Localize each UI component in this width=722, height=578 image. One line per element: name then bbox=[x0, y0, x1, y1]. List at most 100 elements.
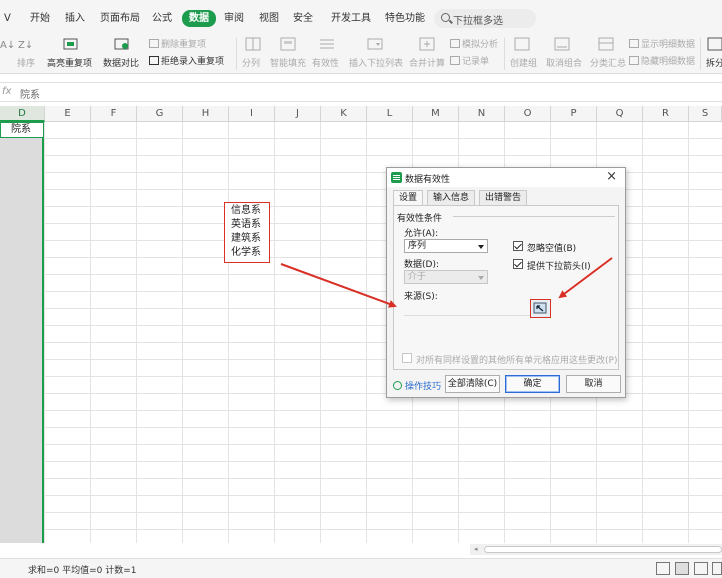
column-header-q[interactable]: Q bbox=[597, 106, 643, 122]
split-table-button[interactable]: 拆分 bbox=[706, 56, 722, 69]
status-summary: 求和=0 平均值=0 计数=1 bbox=[28, 566, 137, 576]
column-header-n[interactable]: N bbox=[459, 106, 505, 122]
chevron-down-icon bbox=[478, 245, 484, 249]
allow-select[interactable]: 序列 bbox=[404, 239, 488, 253]
validity-button[interactable]: 有效性 bbox=[312, 56, 339, 69]
column-header-g[interactable]: G bbox=[137, 106, 183, 122]
column-header-e[interactable]: E bbox=[45, 106, 91, 122]
cell-d1[interactable]: 院系 bbox=[0, 122, 44, 138]
highlight-duplicates-button[interactable]: 高亮重复项 bbox=[47, 56, 92, 69]
record-form-button[interactable]: 记录单 bbox=[450, 54, 489, 67]
menu-item-data[interactable]: 数据 bbox=[182, 10, 216, 27]
source-label: 来源(S): bbox=[404, 292, 438, 302]
hide-detail-button[interactable]: 隐藏明细数据 bbox=[629, 54, 695, 67]
dialog-titlebar[interactable]: 数据有效性 × bbox=[387, 168, 625, 187]
menu-item-insert[interactable]: 插入 bbox=[65, 11, 85, 27]
split-table-icon bbox=[706, 36, 722, 52]
create-group-button[interactable]: 创建组 bbox=[510, 56, 537, 69]
show-detail-icon bbox=[629, 39, 639, 48]
chevron-down-icon[interactable]: ᐯ bbox=[4, 11, 11, 27]
menu-item-home[interactable]: 开始 bbox=[30, 11, 50, 27]
selected-column-d[interactable] bbox=[0, 122, 44, 543]
merge-calc-button[interactable]: 合并计算 bbox=[409, 56, 445, 69]
insert-dropdown-icon bbox=[366, 36, 384, 52]
cancel-button[interactable]: 取消 bbox=[566, 375, 621, 393]
sort-icon: A↓ bbox=[0, 36, 18, 52]
column-header-m[interactable]: M bbox=[413, 106, 459, 122]
data-compare-button[interactable]: 数据对比 bbox=[103, 56, 139, 69]
range-select-button[interactable] bbox=[530, 299, 551, 318]
formula-content[interactable]: 院系 bbox=[20, 86, 40, 101]
normal-view-icon[interactable] bbox=[675, 562, 689, 575]
column-header-o[interactable]: O bbox=[505, 106, 551, 122]
data-validation-dialog: 数据有效性 × 设置 输入信息 出错警告 有效性条件 允许(A): 序列 数据(… bbox=[386, 167, 626, 398]
delete-duplicates-button[interactable]: 删除重复项 bbox=[149, 37, 206, 50]
column-header-p[interactable]: P bbox=[551, 106, 597, 122]
apply-all-checkbox[interactable] bbox=[402, 353, 412, 363]
ribbon-separator bbox=[504, 38, 505, 70]
menu-item-special[interactable]: 特色功能 bbox=[385, 11, 425, 27]
spreadsheet-app-icon bbox=[391, 172, 402, 183]
scroll-left-icon[interactable]: ◂ bbox=[474, 545, 478, 553]
tips-link[interactable]: 操作技巧 bbox=[393, 379, 441, 392]
allow-select-value: 序列 bbox=[408, 241, 427, 251]
page-break-view-icon[interactable] bbox=[712, 562, 722, 575]
tab-error-alert[interactable]: 出错警告 bbox=[479, 190, 527, 206]
hide-detail-icon bbox=[629, 56, 639, 65]
column-header-s[interactable]: S bbox=[689, 106, 722, 122]
dropdown-arrow-checkbox[interactable] bbox=[513, 259, 523, 269]
formula-bar[interactable]: fx 院系 bbox=[0, 82, 722, 102]
data-label: 数据(D): bbox=[404, 260, 439, 270]
validity-conditions-title: 有效性条件 bbox=[397, 214, 443, 224]
tab-input-message[interactable]: 输入信息 bbox=[427, 190, 475, 206]
menu-item-formula[interactable]: 公式 bbox=[152, 11, 172, 27]
reject-duplicates-button[interactable]: 拒绝录入重复项 bbox=[149, 54, 224, 67]
column-header-r[interactable]: R bbox=[643, 106, 689, 122]
list-item: 化学系 bbox=[231, 247, 261, 258]
simulate-analysis-button[interactable]: 模拟分析 bbox=[450, 37, 498, 50]
ignore-blank-checkbox[interactable] bbox=[513, 241, 523, 251]
delete-duplicates-icon bbox=[149, 39, 159, 48]
column-header-j[interactable]: J bbox=[275, 106, 321, 122]
menu-item-security[interactable]: 安全 bbox=[293, 11, 313, 27]
view-mode-icon[interactable] bbox=[656, 562, 670, 575]
source-list-cells[interactable]: 信息系 英语系 建筑系 化学系 bbox=[224, 202, 270, 263]
ungroup-button[interactable]: 取消组合 bbox=[546, 56, 582, 69]
fx-icon[interactable]: fx bbox=[2, 86, 11, 97]
data-select[interactable]: 介于 bbox=[404, 270, 488, 284]
smart-fill-button[interactable]: 智能填充 bbox=[270, 56, 306, 69]
column-header-k[interactable]: K bbox=[321, 106, 367, 122]
reject-duplicates-icon bbox=[149, 56, 159, 65]
sort-desc-icon[interactable]: Z↓ bbox=[18, 36, 36, 52]
close-icon[interactable]: × bbox=[606, 170, 617, 184]
simulate-analysis-icon bbox=[450, 39, 460, 48]
menu-bar: ᐯ 开始 插入 页面布局 公式 数据 审阅 视图 安全 开发工具 特色功能 下拉… bbox=[0, 0, 722, 34]
scrollbar-thumb[interactable] bbox=[484, 546, 722, 553]
search-box[interactable]: 下拉框多选 bbox=[434, 9, 536, 28]
subtotal-button[interactable]: 分类汇总 bbox=[590, 56, 626, 69]
source-input[interactable] bbox=[404, 302, 532, 316]
column-header-i[interactable]: I bbox=[229, 106, 275, 122]
clear-all-button[interactable]: 全部清除(C) bbox=[445, 375, 500, 393]
menu-item-page-layout[interactable]: 页面布局 bbox=[100, 11, 140, 27]
tips-icon bbox=[393, 381, 402, 390]
menu-item-view[interactable]: 视图 bbox=[259, 11, 279, 27]
sort-button[interactable]: 排序 bbox=[17, 56, 35, 69]
list-item: 英语系 bbox=[231, 219, 261, 230]
column-header-d[interactable]: D bbox=[0, 106, 45, 122]
menu-item-developer[interactable]: 开发工具 bbox=[331, 11, 371, 27]
menu-item-review[interactable]: 审阅 bbox=[224, 11, 244, 27]
column-header-l[interactable]: L bbox=[367, 106, 413, 122]
settings-panel: 有效性条件 允许(A): 序列 数据(D): 介于 忽略空值(B) 提供下拉箭头… bbox=[393, 205, 619, 370]
show-detail-button[interactable]: 显示明细数据 bbox=[629, 37, 695, 50]
column-header-f[interactable]: F bbox=[91, 106, 137, 122]
insert-dropdown-button[interactable]: 插入下拉列表 bbox=[349, 56, 403, 69]
horizontal-scrollbar[interactable]: ◂ bbox=[470, 544, 722, 555]
page-layout-view-icon[interactable] bbox=[694, 562, 708, 575]
column-header-h[interactable]: H bbox=[183, 106, 229, 122]
ribbon-separator bbox=[700, 38, 701, 70]
ok-button[interactable]: 确定 bbox=[505, 375, 560, 393]
list-item: 信息系 bbox=[231, 205, 261, 216]
split-column-button[interactable]: 分列 bbox=[242, 56, 260, 69]
search-icon bbox=[441, 13, 450, 22]
